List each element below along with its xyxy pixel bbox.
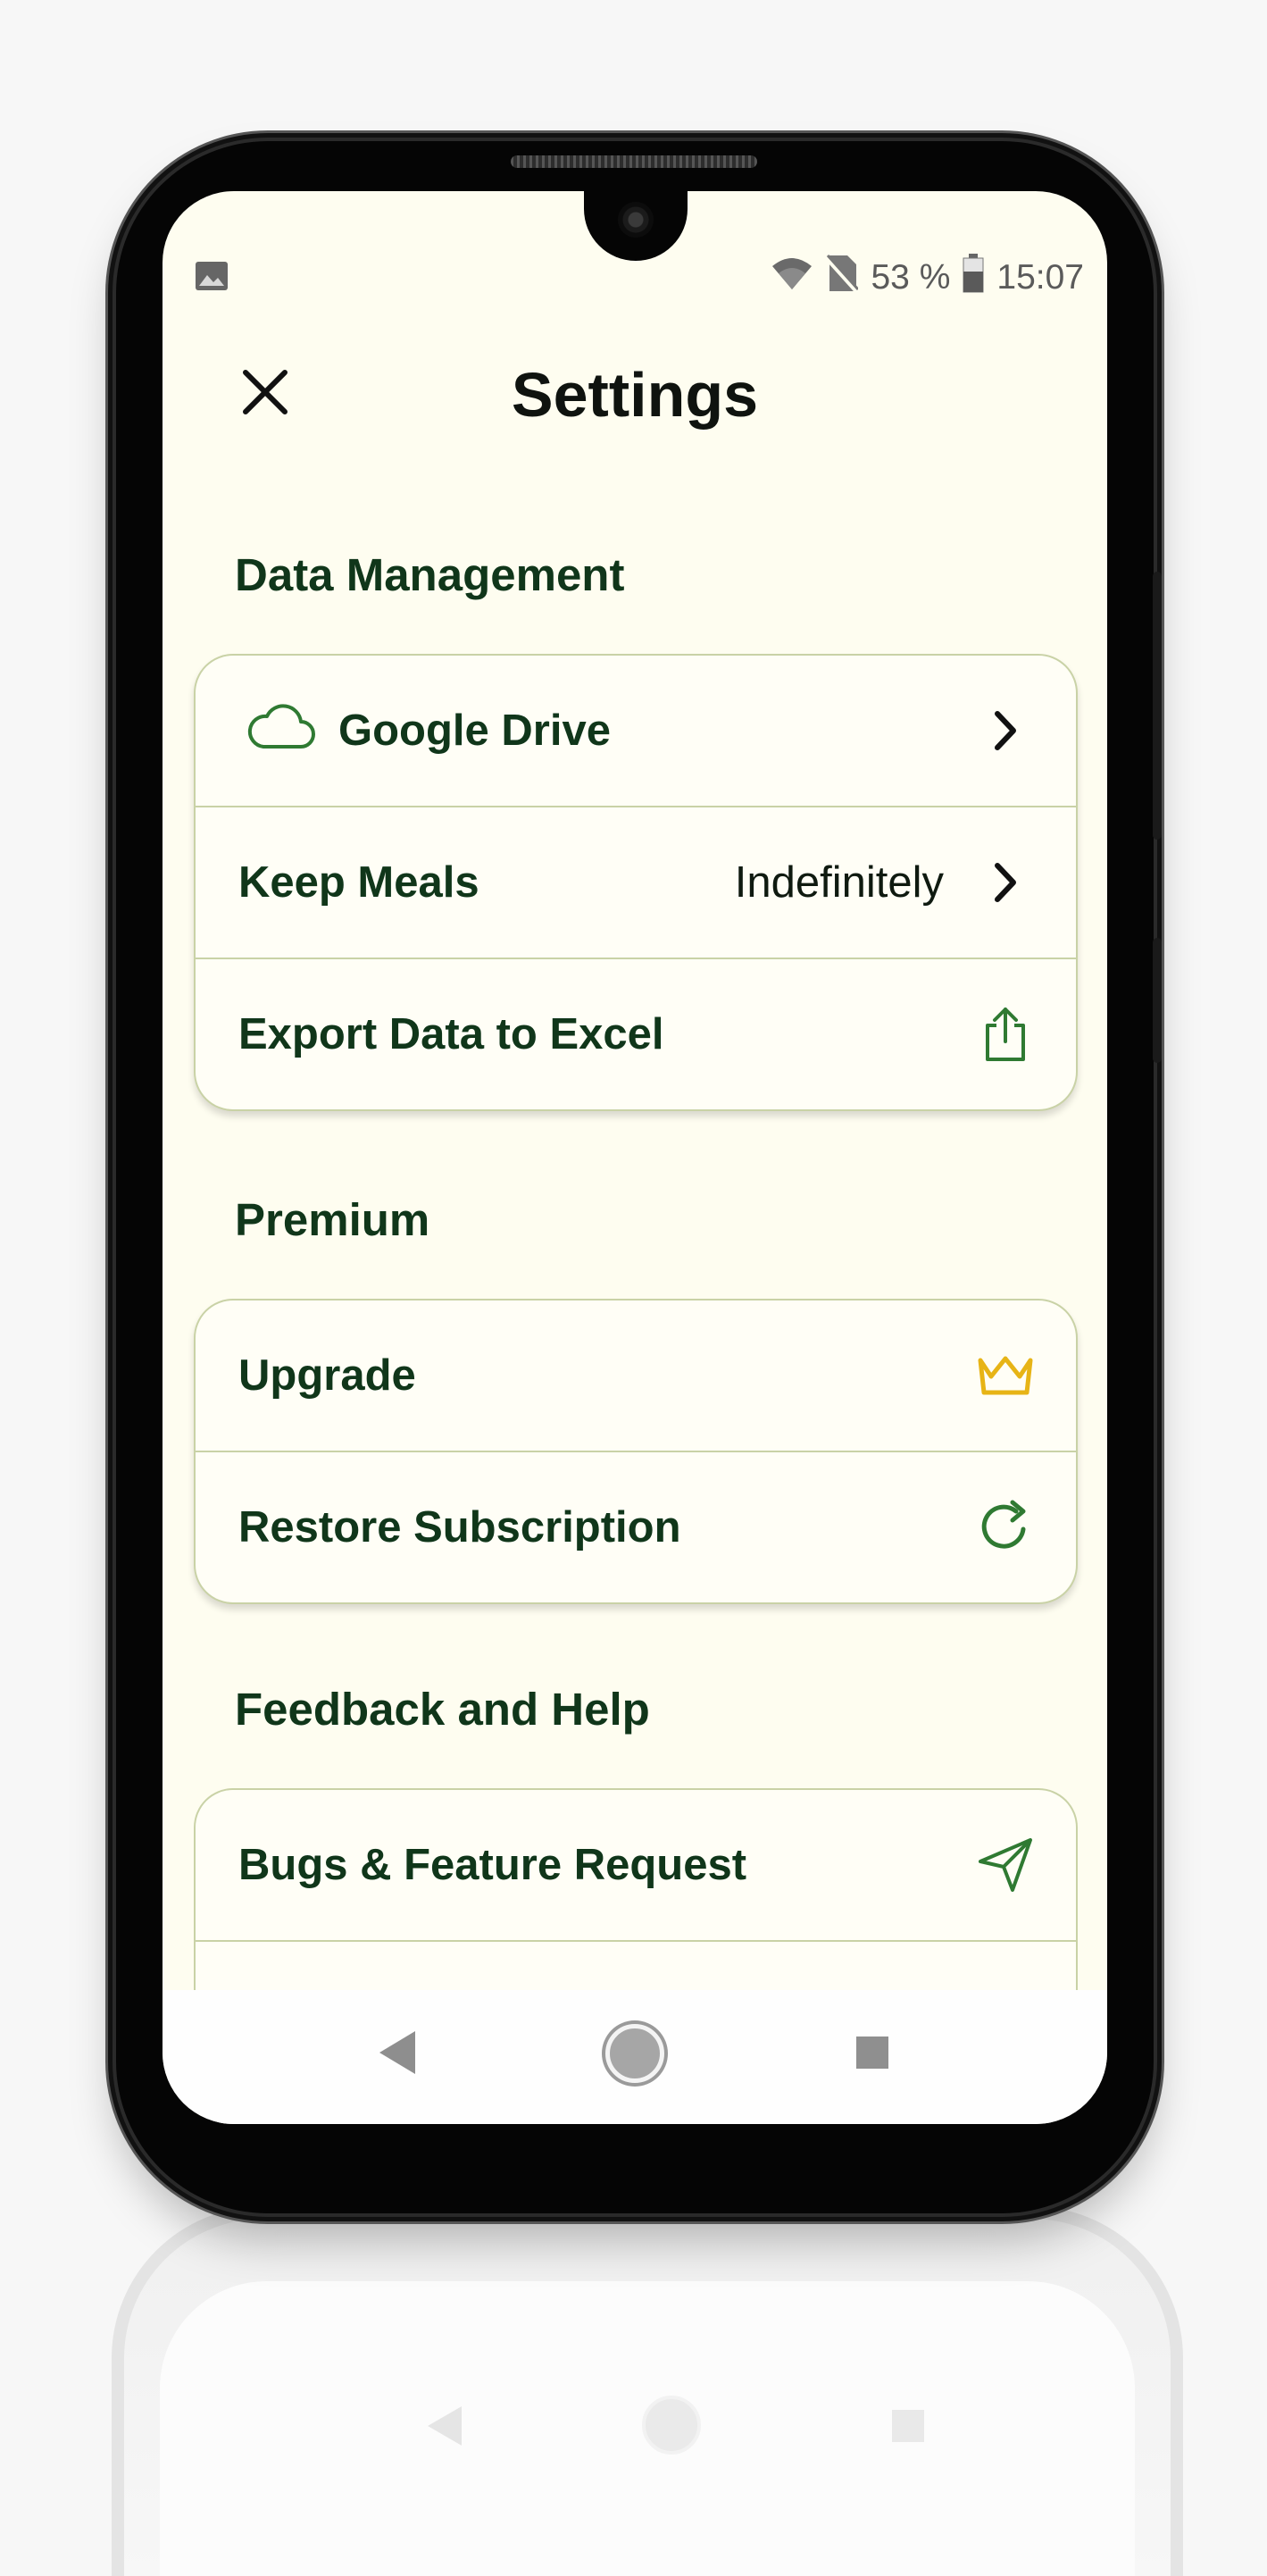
power-button: [1153, 938, 1162, 1063]
data-management-card: Google Drive Keep Meals Indefinitely Exp…: [194, 654, 1078, 1111]
earpiece-speaker: [511, 155, 757, 168]
google-drive-label: Google Drive: [338, 707, 611, 755]
upgrade-row[interactable]: Upgrade: [196, 1301, 1076, 1452]
clock: 15:07: [996, 258, 1084, 297]
reflection-back-icon: [428, 2406, 462, 2446]
volume-button: [1153, 572, 1162, 840]
export-excel-row[interactable]: Export Data to Excel: [196, 959, 1076, 1109]
restore-subscription-label: Restore Subscription: [238, 1503, 681, 1551]
upgrade-label: Upgrade: [238, 1351, 416, 1400]
page-title: Settings: [511, 360, 759, 430]
restore-subscription-row[interactable]: Restore Subscription: [196, 1452, 1076, 1602]
cloud-icon: [247, 704, 315, 755]
reflection-home-icon: [642, 2396, 701, 2455]
refresh-icon: [974, 1496, 1037, 1559]
keep-meals-row[interactable]: Keep Meals Indefinitely: [196, 807, 1076, 959]
crown-icon: [974, 1344, 1037, 1407]
chevron-right-icon: [974, 699, 1037, 762]
battery-icon: [963, 254, 984, 302]
export-excel-label: Export Data to Excel: [238, 1010, 664, 1058]
back-icon[interactable]: [379, 2031, 415, 2074]
bugs-feature-label: Bugs & Feature Request: [238, 1841, 747, 1889]
send-icon: [974, 1834, 1037, 1896]
reflection-recent-icon: [892, 2410, 924, 2442]
recent-apps-icon[interactable]: [856, 2037, 888, 2069]
section-title-feedback: Feedback and Help: [235, 1684, 650, 1735]
share-icon: [974, 1003, 1037, 1066]
front-camera: [618, 202, 654, 238]
chevron-right-icon: [974, 851, 1037, 914]
home-icon[interactable]: [605, 2024, 664, 2083]
premium-card: Upgrade Restore Subscription: [194, 1299, 1078, 1604]
keep-meals-label: Keep Meals: [238, 858, 479, 907]
wifi-icon: [771, 255, 813, 300]
settings-header: Settings: [163, 343, 1107, 441]
section-title-premium: Premium: [235, 1194, 430, 1245]
reflection-screen: [160, 2281, 1135, 2576]
battery-percent: 53 %: [871, 258, 951, 297]
system-nav-bar: [163, 1990, 1107, 2124]
google-drive-row[interactable]: Google Drive: [196, 656, 1076, 807]
screen: 53 % 15:07 Settings Data Management Goog…: [163, 191, 1107, 2124]
section-title-data-management: Data Management: [235, 549, 625, 600]
keep-meals-value: Indefinitely: [734, 858, 944, 907]
phone-reflection: [112, 2206, 1183, 2576]
image-icon: [195, 261, 229, 291]
bugs-feature-row[interactable]: Bugs & Feature Request: [196, 1790, 1076, 1942]
no-sim-icon: [824, 254, 861, 302]
